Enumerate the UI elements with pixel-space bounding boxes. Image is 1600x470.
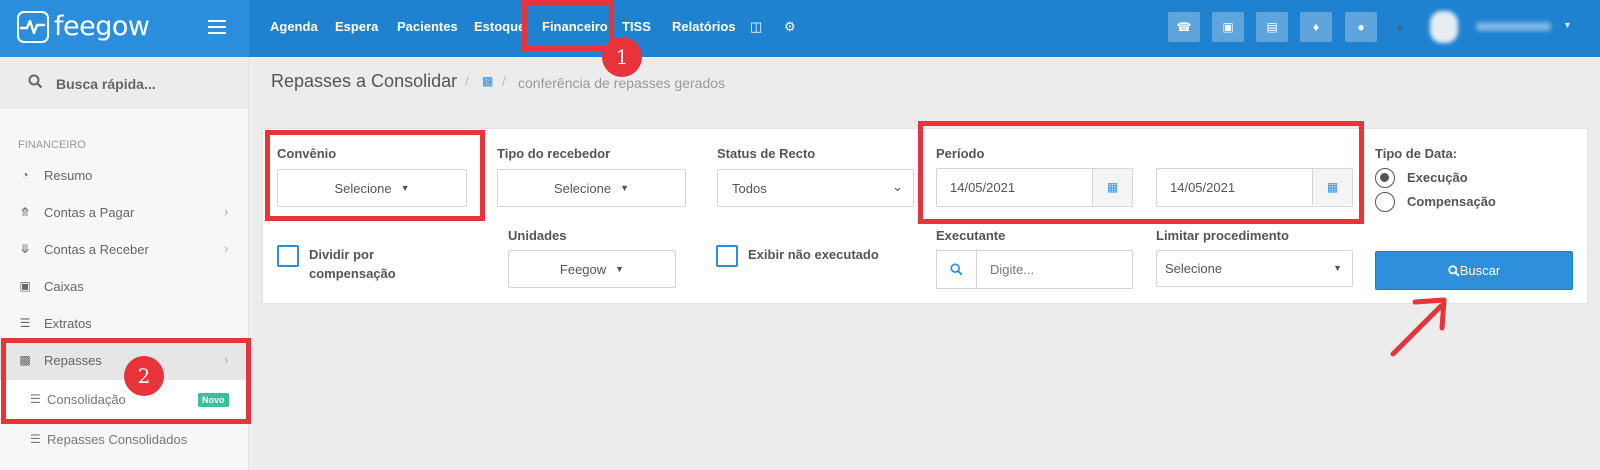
limitar-select[interactable]: Selecione ▼ xyxy=(1156,250,1353,287)
database-icon[interactable]: ◫ xyxy=(750,19,762,35)
nav-espera[interactable]: Espera xyxy=(335,19,378,34)
chevron-down-icon[interactable]: ▼ xyxy=(1563,20,1572,30)
exibir-checkbox[interactable] xyxy=(716,245,738,267)
search-icon xyxy=(937,251,977,288)
inbox-icon: ▣ xyxy=(1222,20,1234,34)
highlight-financeiro xyxy=(522,0,614,51)
brand-name[interactable]: feegow xyxy=(54,11,150,42)
exibir-label: Exibir não executado xyxy=(748,247,879,262)
dropdown-value: Selecione xyxy=(553,180,612,196)
chevron-right-icon: › xyxy=(224,204,229,219)
tipo-data-label: Tipo de Data: xyxy=(1375,146,1458,161)
limitar-label: Limitar procedimento xyxy=(1156,228,1289,243)
sidebar-subitem-repasses-consolidados[interactable]: ☰ Repasses Consolidados xyxy=(0,420,248,460)
select-value: Todos xyxy=(732,181,767,196)
pie-chart-icon: ◔ xyxy=(21,168,29,182)
sidebar-item-label: Resumo xyxy=(44,168,93,183)
sidebar-subitem-label: Repasses Consolidados xyxy=(47,432,188,447)
nav-relatorios[interactable]: Relatórios xyxy=(672,19,736,34)
dividir-checkbox[interactable] xyxy=(277,245,299,267)
quick-search[interactable]: Busca rápida... xyxy=(0,57,248,109)
inbox-button[interactable]: ▣ xyxy=(1212,12,1244,42)
username-blurred[interactable] xyxy=(1476,22,1551,31)
highlight-convenio xyxy=(265,130,485,221)
hamburger-menu-icon[interactable] xyxy=(208,20,226,34)
arrow-up-circle-icon: ⤊ xyxy=(19,205,31,219)
caret-down-icon: ▼ xyxy=(1333,263,1342,273)
unidades-label: Unidades xyxy=(508,228,567,243)
radio-execucao[interactable] xyxy=(1375,168,1395,188)
step-1-marker: 1 xyxy=(602,37,642,77)
sidebar-item-contas-pagar[interactable]: ⤊ Contas a Pagar › xyxy=(0,195,248,232)
radio-compensacao-label: Compensação xyxy=(1407,194,1496,209)
arrow-up-right-icon xyxy=(1390,297,1447,357)
phone-icon: ☎ xyxy=(1176,20,1192,34)
status-dot xyxy=(1397,25,1403,31)
bell-icon: ♦ xyxy=(1312,20,1320,34)
page-title: Repasses a Consolidar xyxy=(271,71,458,91)
bell-button[interactable]: ♦ xyxy=(1300,12,1332,42)
breadcrumb-separator: / xyxy=(465,74,469,89)
sitemap-icon: ▩ xyxy=(482,74,494,88)
chevron-right-icon: › xyxy=(224,241,229,256)
radio-execucao-label: Execução xyxy=(1407,170,1468,185)
chat-icon: ● xyxy=(1357,20,1365,34)
step-2-marker: 2 xyxy=(124,356,164,396)
inbox-icon: ▣ xyxy=(19,279,31,293)
executante-label: Executante xyxy=(936,228,1006,243)
sidebar-item-label: Contas a Pagar xyxy=(44,205,135,220)
gear-icon[interactable]: ⚙ xyxy=(784,19,796,35)
phone-button[interactable]: ☎ xyxy=(1168,12,1200,42)
brand-area: feegow xyxy=(0,0,249,57)
nav-estoque[interactable]: Estoque xyxy=(474,19,525,34)
quick-search-label: Busca rápida... xyxy=(56,76,156,92)
sidebar-item-label: Caixas xyxy=(44,279,84,294)
buscar-label: Buscar xyxy=(1459,263,1501,278)
nav-pacientes[interactable]: Pacientes xyxy=(397,19,458,34)
list-icon: ☰ xyxy=(30,432,41,446)
highlight-periodo xyxy=(918,121,1364,224)
breadcrumb-separator: / xyxy=(502,74,506,89)
buscar-button[interactable]: Buscar xyxy=(1375,251,1573,290)
pulse-icon xyxy=(19,19,46,35)
chat-button[interactable]: ● xyxy=(1345,12,1377,42)
unidades-dropdown[interactable]: Feegow ▼ xyxy=(508,250,676,288)
card-button[interactable]: ▤ xyxy=(1256,12,1288,42)
chevron-down-icon: ⌄ xyxy=(892,179,903,194)
nav-tiss[interactable]: TISS xyxy=(622,19,651,34)
dropdown-value: Feegow xyxy=(559,261,607,277)
list-icon: ☰ xyxy=(19,316,31,330)
sidebar-item-label: Contas a Receber xyxy=(44,242,149,257)
search-icon xyxy=(28,74,43,94)
caret-down-icon: ▼ xyxy=(615,264,625,274)
avatar[interactable] xyxy=(1430,11,1458,43)
executante-input[interactable] xyxy=(978,251,1132,288)
sidebar-item-caixas[interactable]: ▣ Caixas xyxy=(0,269,248,306)
dividir-label: Dividir por compensação xyxy=(309,247,396,281)
card-icon: ▤ xyxy=(1266,20,1278,34)
top-navbar: feegow Agenda Espera Pacientes Estoque F… xyxy=(0,0,1600,57)
feegow-logo-icon[interactable] xyxy=(17,11,49,43)
tipo-recebedor-dropdown[interactable]: Selecione ▼ xyxy=(497,169,686,207)
arrow-down-circle-icon: ⤋ xyxy=(19,242,31,256)
select-value: Selecione xyxy=(1165,261,1223,276)
sidebar-item-contas-receber[interactable]: ⤋ Contas a Receber › xyxy=(0,232,248,269)
nav-agenda[interactable]: Agenda xyxy=(270,19,318,34)
tipo-recebedor-label: Tipo do recebedor xyxy=(497,146,611,161)
sidebar-item-resumo[interactable]: ◔ Resumo xyxy=(0,158,248,195)
executante-field[interactable] xyxy=(936,250,1133,289)
sidebar-item-label: Extratos xyxy=(44,316,92,331)
search-icon xyxy=(1448,264,1460,276)
status-recto-select[interactable]: Todos ⌄ xyxy=(717,169,914,207)
caret-down-icon: ▼ xyxy=(620,183,630,193)
breadcrumb: conferência de repasses gerados xyxy=(518,75,726,91)
radio-compensacao[interactable] xyxy=(1375,192,1395,212)
sidebar-section-title: FINANCEIRO xyxy=(18,139,86,151)
status-recto-label: Status de Recto xyxy=(717,146,816,161)
